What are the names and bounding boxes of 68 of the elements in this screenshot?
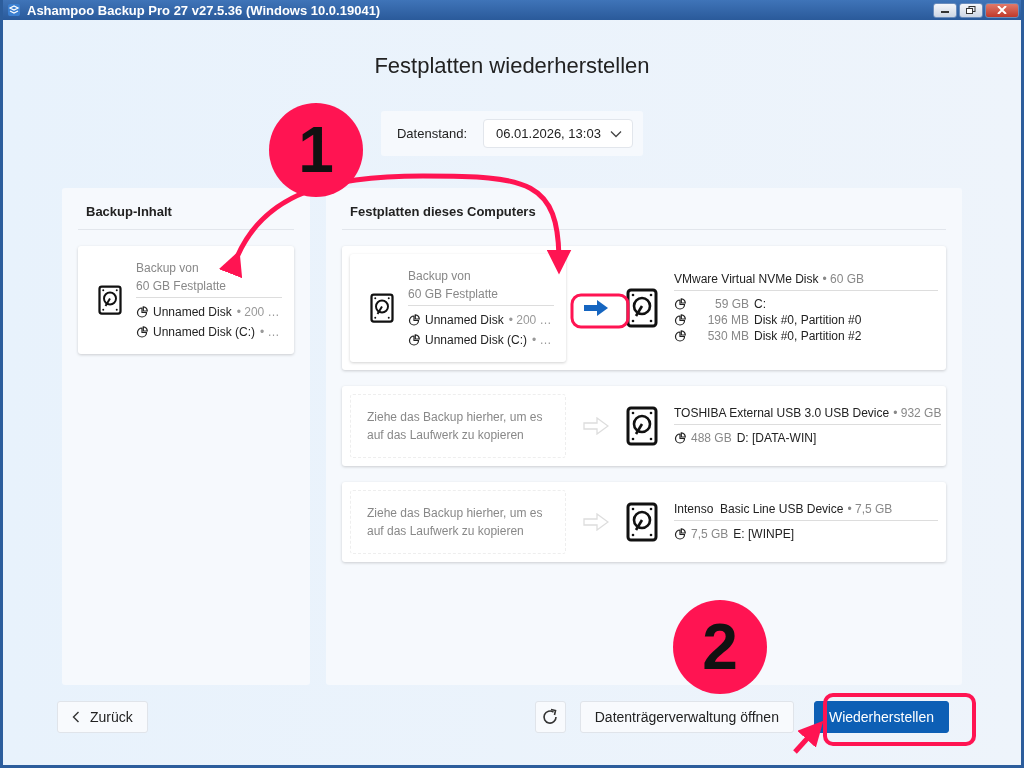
app-icon: [7, 3, 21, 17]
restore-icon: [966, 6, 976, 14]
date-label: Datenstand:: [396, 126, 468, 141]
pie-chart-icon: [674, 314, 686, 326]
pie-chart-icon: [136, 325, 148, 338]
disk-size: • 60 GB: [822, 272, 865, 286]
partition-name: Unnamed Disk: [153, 303, 232, 321]
minimize-button[interactable]: [933, 2, 957, 18]
backup-source-label: Backup von: [136, 259, 200, 277]
close-icon: [997, 6, 1007, 14]
straight-arrow: [793, 720, 824, 754]
partition-size: 196 MB: [706, 312, 749, 328]
partition-detail: • 200 …: [236, 303, 280, 321]
chevron-left-icon: [72, 711, 80, 723]
restore-button[interactable]: [959, 2, 983, 18]
disk-management-button[interactable]: Datenträgerverwaltung öffnen: [579, 701, 794, 733]
backup-source-size: 60 GB Festplatte: [408, 284, 554, 306]
pie-chart-icon: [674, 528, 686, 540]
window-title: Ashampoo Backup Pro 27 v27.5.36 (Windows 10.0.19041): [27, 2, 381, 18]
drop-zone[interactable]: Ziehe das Backup hierher, um es auf das Laufwerk zu kopieren: [350, 394, 566, 458]
backup-card[interactable]: Backup von 60 GB Festplatte Unnamed Disk • 200 … Unnamed Disk (C:) • …: [350, 254, 566, 362]
disk-size: • 932 GB: [893, 406, 942, 420]
pie-chart-icon: [674, 298, 686, 310]
partition-size: 530 MB: [706, 328, 749, 344]
partition-name: Unnamed Disk: [425, 311, 504, 329]
pie-chart-icon: [674, 330, 686, 342]
pie-chart-icon: [136, 305, 148, 318]
drop-hint: Ziehe das Backup hierher, um es auf das Laufwerk zu kopieren: [367, 505, 544, 540]
partition-size: 7,5 GB: [691, 526, 729, 542]
partition-size: 488 GB: [691, 430, 732, 446]
partition-label: D: [DATA-WIN]: [736, 430, 817, 446]
refresh-icon: [541, 708, 560, 726]
right-arrow-icon: [584, 300, 608, 316]
drop-zone[interactable]: Ziehe das Backup hierher, um es auf das Laufwerk zu kopieren: [350, 490, 566, 554]
right-arrow-icon: [583, 513, 609, 531]
highlight-frame: [570, 293, 630, 329]
pie-chart-icon: [674, 432, 686, 444]
backup-card[interactable]: Backup von 60 GB Festplatte Unnamed Disk • 200 … Unnamed Disk (C:) • …: [78, 246, 294, 354]
disk-name: TOSHIBA External USB 3.0 USB Device: [674, 406, 890, 420]
close-button[interactable]: [985, 2, 1019, 18]
pie-chart-icon: [408, 333, 420, 346]
disk-name: VMware Virtual NVMe Disk: [674, 272, 819, 286]
back-button[interactable]: Zurück: [57, 701, 148, 733]
partition-label: C:: [754, 296, 766, 312]
restore-button[interactable]: Wiederherstellen: [813, 701, 949, 733]
disk-size: • 7,5 GB: [847, 502, 893, 516]
panel-title: Backup-Inhalt: [78, 204, 294, 230]
partition-label: Disk #0, Partition #0: [754, 312, 862, 328]
partition-name: Unnamed Disk (C:): [425, 331, 528, 349]
backup-source-size: 60 GB Festplatte: [136, 276, 282, 298]
step-badge: 1: [269, 103, 363, 197]
partition-detail: • 200 …: [508, 311, 552, 329]
disk-name: Intenso Basic Line USB Device: [674, 502, 844, 516]
partition-name: Unnamed Disk (C:): [153, 323, 256, 341]
partition-label: E: [WINPE]: [733, 526, 795, 542]
partition-size: 59 GB: [713, 296, 749, 312]
page-heading: Festplatten wiederherstellen: [374, 52, 650, 80]
date-dropdown[interactable]: 06.01.2026, 13:03: [483, 119, 634, 148]
refresh-button[interactable]: [534, 701, 566, 733]
pie-chart-icon: [408, 313, 420, 326]
panel-title: Festplatten dieses Computers: [342, 204, 946, 230]
partition-detail: • …: [260, 323, 280, 341]
drop-hint: Ziehe das Backup hierher, um es auf das Laufwerk zu kopieren: [367, 409, 544, 444]
right-arrow-icon: [583, 417, 609, 435]
partition-detail: • …: [532, 331, 552, 349]
backup-source-label: Backup von: [408, 267, 472, 285]
partition-label: Disk #0, Partition #2: [754, 328, 862, 344]
chevron-down-icon: [610, 129, 623, 138]
